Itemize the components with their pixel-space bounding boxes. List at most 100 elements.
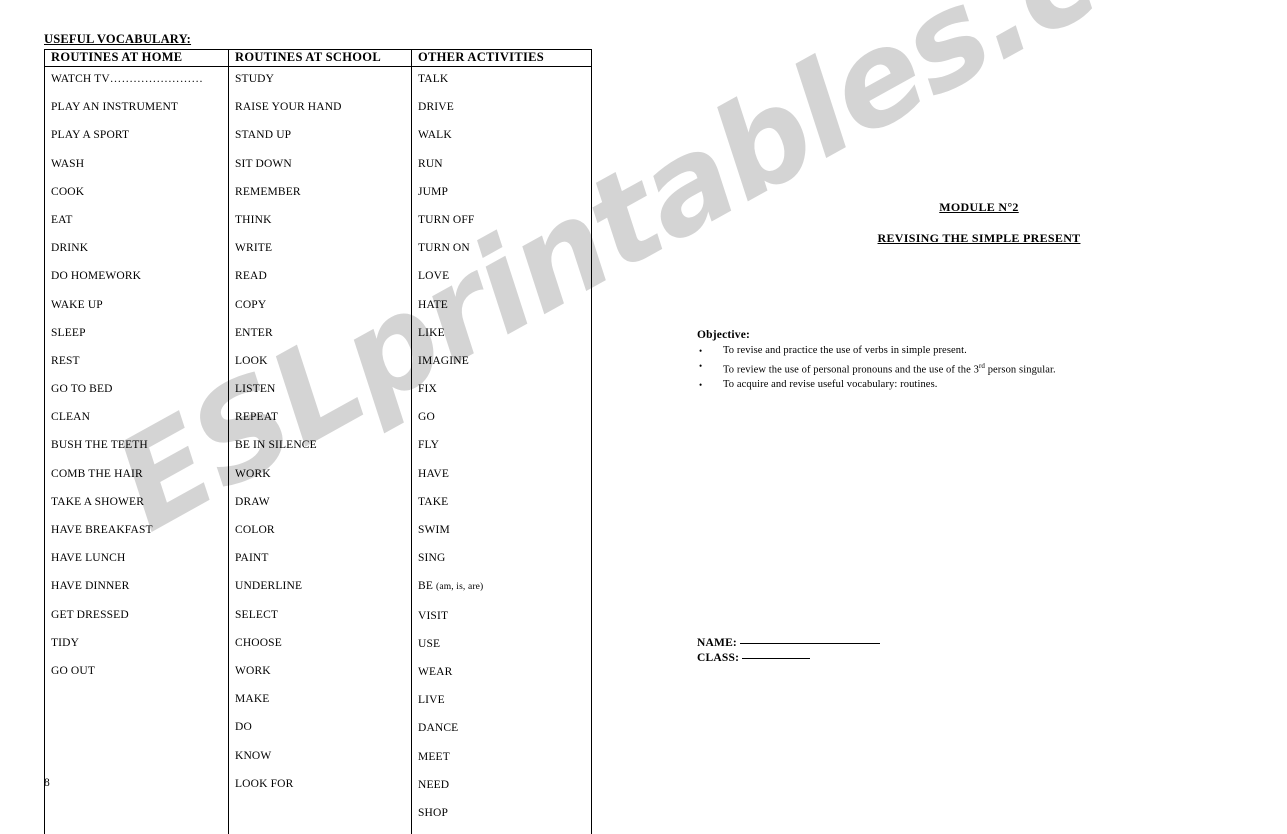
name-input-line[interactable]	[740, 643, 881, 644]
bullet-icon: •	[699, 346, 703, 356]
column-header-routines-at-home: ROUTINES AT HOME	[44, 49, 229, 67]
vocabulary-item: LIKE	[418, 326, 445, 339]
vocabulary-item: DANCE	[418, 722, 459, 735]
vocabulary-item: LIVE	[418, 694, 445, 707]
vocabulary-item: TAKE	[418, 495, 449, 508]
vocabulary-item: DO HOMEWORK	[51, 270, 142, 283]
vocabulary-item: SIT DOWN	[235, 157, 292, 170]
vocabulary-item: COPY	[235, 298, 267, 311]
vocabulary-item: SHOP	[418, 806, 449, 819]
vocabulary-item: TURN OFF	[418, 213, 475, 226]
vocabulary-item: BUSH THE TEETH	[51, 439, 148, 452]
vocabulary-item: COMB THE HAIR	[51, 467, 143, 480]
module-number-heading: MODULE N°2	[939, 200, 1019, 214]
vocabulary-item: RUN	[418, 157, 443, 170]
vocabulary-item: RAISE YOUR HAND	[235, 101, 342, 114]
section-title: USEFUL VOCABULARY:	[44, 32, 192, 46]
vocabulary-item: BE IN SILENCE	[235, 439, 317, 452]
bullet-icon: •	[699, 360, 703, 371]
vocabulary-item: WAKE UP	[51, 298, 103, 311]
table-body-row: WATCH TV…………………… PLAY AN INSTRUMENT PLAY A…	[44, 65, 592, 834]
vocabulary-item: STUDY	[235, 73, 275, 85]
vocabulary-item: REPEAT	[235, 411, 279, 424]
vocabulary-item: GO OUT	[51, 664, 96, 677]
vocabulary-item: COOK	[51, 185, 85, 198]
vocabulary-item: WORK	[235, 467, 271, 480]
vocabulary-item: HAVE LUNCH	[51, 552, 126, 565]
vocabulary-item: FLY	[418, 439, 440, 452]
vocabulary-item: GO	[418, 411, 435, 424]
objective-item: • To revise and practice the use of verbs…	[697, 344, 1117, 359]
vocabulary-item: TURN ON	[418, 242, 470, 255]
vocabulary-item: TAKE A SHOWER	[51, 495, 145, 508]
objective-item: • To acquire and revise useful vocabulary…	[697, 378, 1117, 393]
vocabulary-item: HAVE DINNER	[51, 580, 130, 593]
vocabulary-item: UNDERLINE	[235, 580, 303, 593]
table-header-row: ROUTINES AT HOME ROUTINES AT SCHOOL OTHE…	[44, 49, 592, 67]
column-other-activities: TALK DRIVE WALK RUN JUMP TURN OFF TURN ON LOVE H…	[411, 65, 592, 834]
class-input-line[interactable]	[742, 658, 811, 659]
vocabulary-item: IMAGINE	[418, 354, 469, 367]
vocabulary-item: SWIM	[418, 524, 450, 536]
vocabulary-item: SING	[418, 552, 446, 565]
vocabulary-item: SLEEP	[51, 326, 86, 339]
class-label: CLASS:	[697, 652, 740, 664]
page-number: 8	[44, 777, 50, 789]
vocabulary-item: DRAW	[235, 495, 270, 508]
ordinal-suffix: rd	[978, 361, 985, 370]
vocabulary-item: PLAY A SPORT	[51, 129, 130, 142]
vocabulary-item: LOOK	[235, 354, 268, 367]
vocabulary-item: BE (am, is, are)	[418, 580, 484, 593]
vocabulary-item: HAVE	[418, 467, 450, 480]
vocabulary-item: HAVE BREAKFAST	[51, 524, 153, 536]
vocabulary-item: VISIT	[418, 609, 449, 622]
worksheet-page: ESLprintables.com USEFUL VOCABULARY: ROU…	[0, 0, 1287, 834]
useful-vocabulary-section: USEFUL VOCABULARY: ROUTINES AT HOME ROUT…	[44, 32, 592, 834]
vocabulary-item: GO TO BED	[51, 383, 113, 396]
vocabulary-item: LOVE	[418, 270, 450, 283]
objective-list: • To revise and practice the use of verbs…	[697, 344, 1117, 392]
vocabulary-item: LISTEN	[235, 383, 276, 396]
vocabulary-item: LOOK FOR	[235, 777, 294, 790]
vocabulary-item: ENTER	[235, 326, 273, 339]
bullet-icon: •	[699, 379, 703, 390]
vocabulary-item: DO	[235, 721, 252, 734]
column-header-routines-at-school: ROUTINES AT SCHOOL	[228, 49, 412, 67]
vocabulary-item: FIX	[418, 383, 437, 396]
vocabulary-item: TALK	[418, 73, 449, 85]
vocabulary-item: EAT	[51, 213, 73, 226]
vocabulary-item: GET DRESSED	[51, 608, 129, 621]
vocabulary-item: REMEMBER	[235, 185, 301, 198]
objective-section: Objective: • To revise and practice the u…	[697, 329, 1117, 392]
module-title-heading: REVISING THE SIMPLE PRESENT	[877, 231, 1081, 245]
vocabulary-item: PLAY AN INSTRUMENT	[51, 101, 179, 114]
vocabulary-item: WASH	[51, 157, 85, 170]
class-row: CLASS:	[697, 651, 880, 666]
vocabulary-item: TIDY	[51, 636, 80, 649]
vocabulary-item: MAKE	[235, 693, 270, 706]
vocabulary-item: MEET	[418, 750, 450, 763]
student-info-block: NAME: CLASS:	[697, 636, 881, 666]
objective-label: Objective:	[697, 329, 751, 341]
vocabulary-item: THINK	[235, 213, 272, 226]
column-routines-at-school: STUDY RAISE YOUR HAND STAND UP SIT DOWN REME…	[228, 65, 412, 834]
name-row: NAME:	[697, 636, 881, 651]
name-label: NAME:	[697, 637, 737, 649]
vocabulary-item: COLOR	[235, 524, 275, 536]
vocabulary-item: KNOW	[235, 749, 272, 762]
vocabulary-item: READ	[235, 270, 267, 283]
vocabulary-item: USE	[418, 637, 441, 650]
vocabulary-item: CLEAN	[51, 411, 91, 424]
column-header-other-activities: OTHER ACTIVITIES	[411, 49, 592, 67]
vocabulary-item: PAINT	[235, 552, 269, 565]
vocabulary-item: WEAR	[418, 665, 453, 678]
vocabulary-item: HATE	[418, 298, 448, 311]
vocabulary-item: DRIVE	[418, 101, 454, 114]
vocabulary-item: REST	[51, 354, 80, 367]
vocabulary-item: WALK	[418, 129, 452, 142]
vocabulary-item: STAND UP	[235, 129, 292, 142]
column-routines-at-home: WATCH TV…………………… PLAY AN INSTRUMENT PLAY A…	[44, 65, 229, 834]
module-heading-block: MODULE N°2 REVISING THE SIMPLE PRESENT	[694, 200, 1264, 246]
vocabulary-item: DRINK	[51, 242, 89, 255]
vocabulary-item: SELECT	[235, 608, 279, 621]
